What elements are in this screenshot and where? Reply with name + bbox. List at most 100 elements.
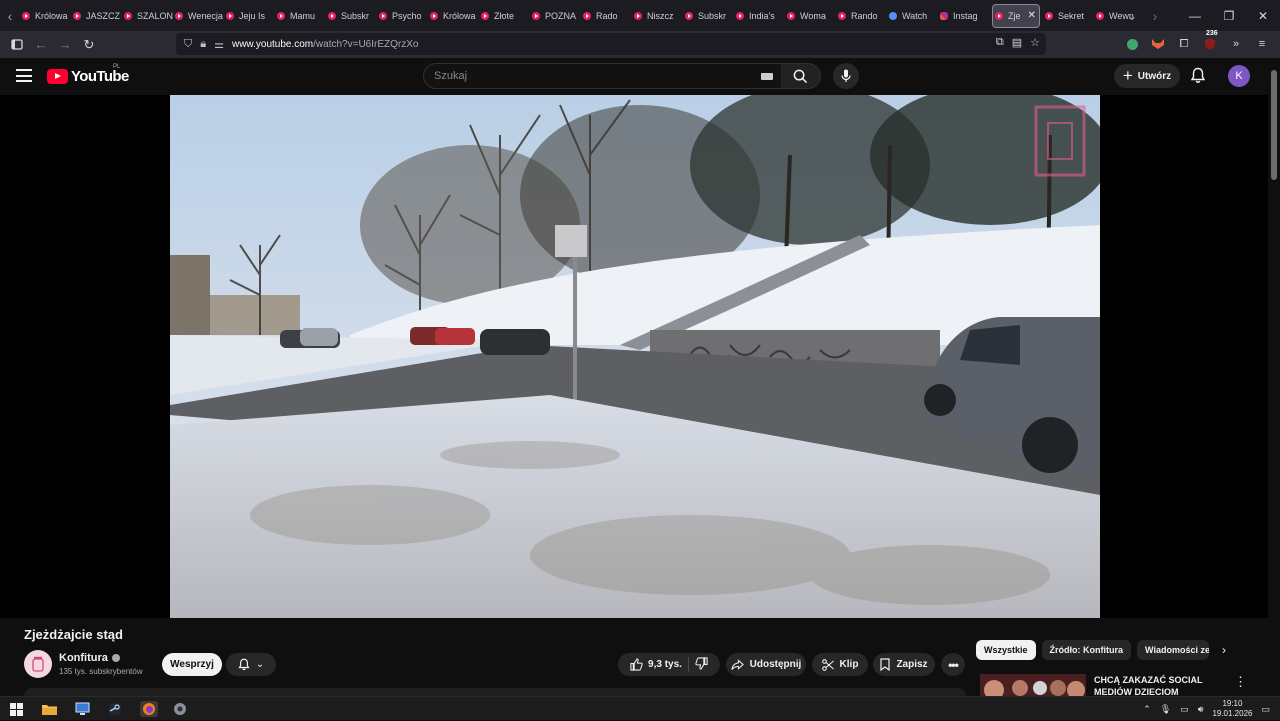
bookmark-star-icon[interactable]: ☆ <box>1030 36 1040 49</box>
description-box[interactable] <box>24 688 966 696</box>
tabs-scroll-left-icon[interactable]: ‹ <box>0 0 20 31</box>
chip-all[interactable]: Wszystkie <box>976 640 1036 660</box>
app-menu-icon[interactable]: ≡ <box>1254 36 1270 52</box>
file-explorer-icon[interactable] <box>41 701 57 717</box>
permissions-icon[interactable]: ⚌ <box>214 38 224 51</box>
browser-navigation-bar: ← → ↻ ⛉ 🔒︎ ⚌ www.youtube.com/watch?v=U6I… <box>0 30 1280 58</box>
youtube-favicon-icon <box>124 11 132 20</box>
channel-avatar[interactable] <box>24 650 52 678</box>
recommended-video-thumbnail[interactable] <box>980 674 1086 696</box>
youtube-logo[interactable]: YouTube PL <box>47 64 129 85</box>
overflow-chevron-icon[interactable]: » <box>1228 36 1244 52</box>
chip-news[interactable]: Wiadomości ze <box>1137 640 1210 660</box>
address-bar[interactable]: ⛉ 🔒︎ ⚌ www.youtube.com/watch?v=U6IrEZQrz… <box>176 33 1046 55</box>
more-actions-button[interactable]: ••• <box>941 653 965 676</box>
recommendation-menu-icon[interactable]: ⋮ <box>1234 674 1247 690</box>
clip-button[interactable]: Klip <box>812 653 868 676</box>
chevron-down-icon: ⌄ <box>255 659 265 670</box>
tab-5[interactable]: Jeju Is <box>224 4 275 28</box>
like-count: 9,3 tys. <box>648 659 682 670</box>
windows-start-icon[interactable] <box>8 701 24 717</box>
ublock-shield-icon[interactable]: 236 <box>1202 30 1218 52</box>
picture-in-picture-icon[interactable]: ⧉ <box>996 36 1004 49</box>
tab-6[interactable]: Mamu <box>275 4 326 28</box>
chip-source-channel[interactable]: Źródło: Konfitura <box>1041 640 1132 660</box>
share-button[interactable]: Udostępnij <box>726 653 806 676</box>
tracking-protection-icon[interactable]: ⛉ <box>184 38 192 51</box>
volume-icon[interactable]: 🔊︎ <box>1198 704 1204 715</box>
tab-2[interactable]: JASZCZ <box>71 4 122 28</box>
network-icon[interactable]: ▭ <box>1180 704 1189 715</box>
notifications-bell-icon[interactable] <box>1190 67 1206 89</box>
channel-name[interactable]: Konfitura <box>59 652 120 664</box>
notification-settings-button[interactable]: ⌄ <box>226 653 276 676</box>
youtube-masthead: YouTube PL Szukaj + Utwórz K <box>0 58 1280 95</box>
notifications-icon[interactable]: ▭ <box>1261 704 1270 715</box>
close-window-icon[interactable]: ✕ <box>1246 9 1280 23</box>
guide-menu-icon[interactable] <box>16 69 32 82</box>
tab-1[interactable]: Królowa <box>20 4 71 28</box>
reload-icon[interactable]: ↻ <box>77 33 101 57</box>
dislike-button[interactable] <box>695 656 708 673</box>
youtube-favicon-icon <box>226 11 234 20</box>
tab-18[interactable]: Watch <box>887 4 938 28</box>
firefox-icon[interactable] <box>140 701 158 717</box>
lock-icon[interactable]: 🔒︎ <box>200 38 206 51</box>
youtube-play-logo-icon <box>47 69 68 84</box>
tab-active[interactable]: Zje ✕ <box>992 3 1040 28</box>
chips-next-chevron-icon[interactable]: › <box>1222 643 1226 657</box>
like-button[interactable]: 9,3 tys. <box>630 658 682 671</box>
tab-4[interactable]: Wenecja <box>173 4 224 28</box>
steam-icon[interactable] <box>107 701 123 717</box>
microphone-tray-icon[interactable]: 🎙︎ <box>1160 704 1171 715</box>
tab-21[interactable]: Sekret <box>1043 4 1094 28</box>
create-button[interactable]: + Utwórz <box>1114 64 1180 88</box>
account-avatar[interactable]: K <box>1228 65 1250 87</box>
forward-icon[interactable]: → <box>53 33 77 57</box>
sidebar-toggle-icon[interactable] <box>5 33 29 57</box>
fox-extension-icon[interactable] <box>1150 36 1166 52</box>
instagram-favicon-icon <box>940 11 948 20</box>
media-app-icon[interactable] <box>172 701 188 717</box>
search-button[interactable] <box>781 63 821 89</box>
tab-label: Rando <box>851 10 878 21</box>
back-icon[interactable]: ← <box>29 33 53 57</box>
voice-search-button[interactable] <box>833 63 859 89</box>
tab-3[interactable]: SZALON <box>122 4 173 28</box>
tab-8[interactable]: Psycho <box>377 4 428 28</box>
reader-view-icon[interactable]: ▤ <box>1012 36 1022 49</box>
computer-app-icon[interactable] <box>74 701 90 717</box>
video-player[interactable] <box>0 95 1268 618</box>
youtube-favicon-icon <box>634 11 642 20</box>
close-tab-icon[interactable]: ✕ <box>1028 10 1036 21</box>
tab-17[interactable]: Rando <box>836 4 887 28</box>
youtube-favicon-icon <box>22 11 30 20</box>
tab-15[interactable]: India's <box>734 4 785 28</box>
extensions-puzzle-icon[interactable]: ⧠ <box>1176 36 1192 52</box>
tab-11[interactable]: POZNA <box>530 4 581 28</box>
tab-16[interactable]: Woma <box>785 4 836 28</box>
support-button[interactable]: Wesprzyj <box>162 653 222 676</box>
tab-13[interactable]: Niszcz <box>632 4 683 28</box>
tab-label: Królowa <box>35 10 68 21</box>
clock[interactable]: 19:10 19.01.2026 <box>1212 699 1252 719</box>
tab-19[interactable]: Instag <box>938 4 989 28</box>
search-input[interactable]: Szukaj <box>423 63 782 89</box>
page-scrollbar[interactable] <box>1268 58 1280 688</box>
tab-14[interactable]: Subskr <box>683 4 734 28</box>
video-frame[interactable] <box>170 95 1100 618</box>
tab-9[interactable]: Królowa <box>428 4 479 28</box>
list-all-tabs-icon[interactable]: ⌄ <box>1120 9 1144 23</box>
tab-7[interactable]: Subskr <box>326 4 377 28</box>
save-button[interactable]: Zapisz <box>873 653 935 676</box>
minimize-icon[interactable]: — <box>1178 9 1212 23</box>
restore-icon[interactable]: ❐ <box>1212 9 1246 23</box>
create-label: Utwórz <box>1137 70 1172 82</box>
recommended-video-title[interactable]: CHCĄ ZAKAZAĆ SOCIAL MEDIÓW DZIECIOM <box>1094 674 1214 698</box>
shield-extension-icon[interactable] <box>1124 36 1140 52</box>
tab-10[interactable]: Złote <box>479 4 530 28</box>
scrollbar-thumb[interactable] <box>1271 70 1277 180</box>
tab-12[interactable]: Rado <box>581 4 632 28</box>
keyboard-icon[interactable] <box>761 73 773 80</box>
tray-overflow-chevron-icon[interactable]: ⌃ <box>1143 704 1151 715</box>
